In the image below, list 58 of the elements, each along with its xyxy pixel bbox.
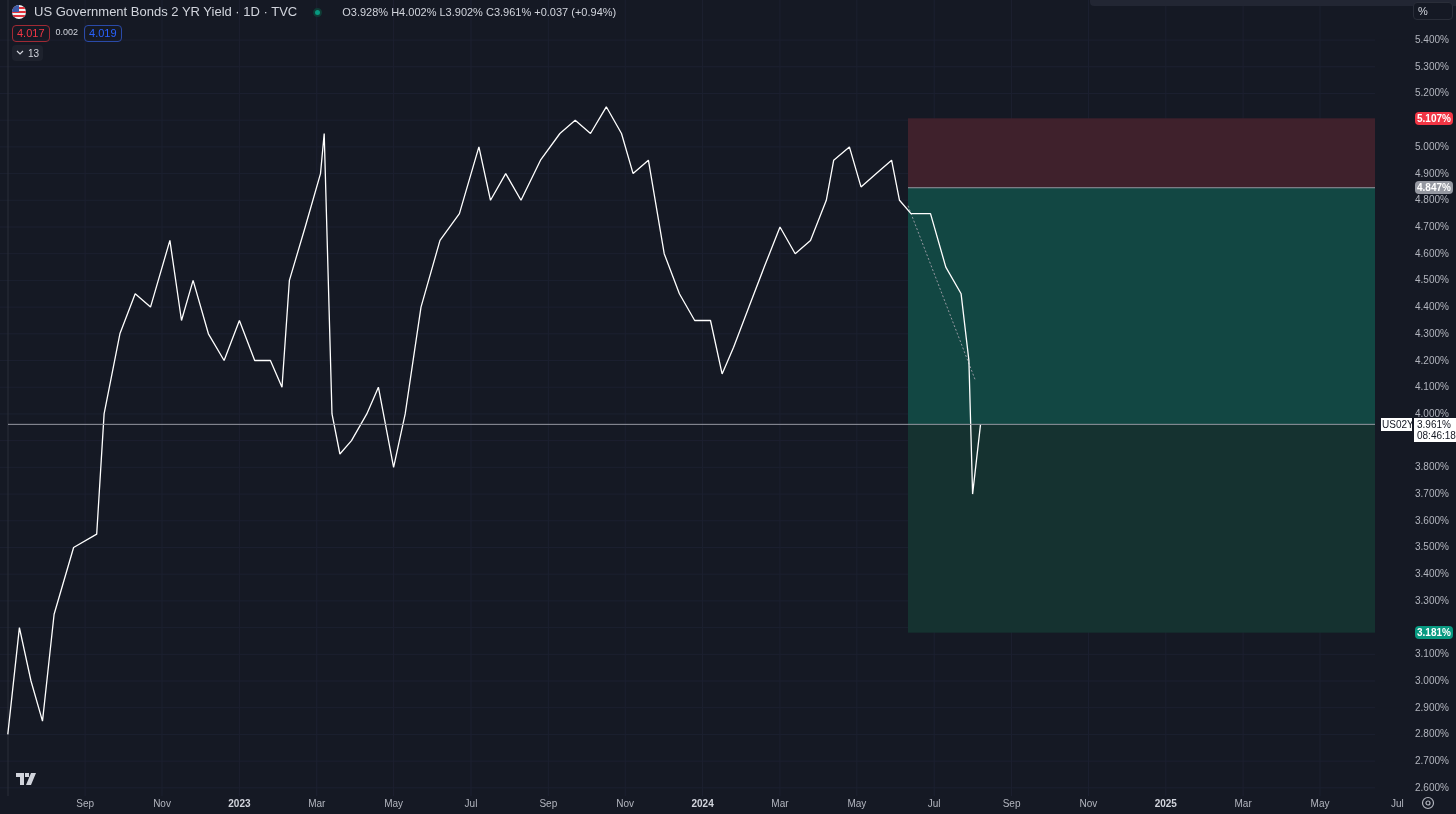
axis-label: 5.300% <box>1415 60 1449 73</box>
axis-label: 5.000% <box>1415 140 1449 153</box>
axis-label: 2.600% <box>1415 781 1449 794</box>
flag-icon <box>12 5 26 19</box>
ohlc-values: O3.928% H4.002% L3.902% C3.961% +0.037 (+0.94%) <box>342 4 617 20</box>
settings-icon[interactable] <box>1421 796 1435 810</box>
axis-label: Nov <box>153 798 171 810</box>
axis-label: Nov <box>1079 798 1098 810</box>
axis-label: 2.900% <box>1415 701 1449 714</box>
buy-price-button[interactable]: 4.019 <box>84 24 122 42</box>
axis-label: 4.500% <box>1415 274 1449 287</box>
axis-label: 4.700% <box>1415 221 1449 233</box>
axis-label: 4.900% <box>1415 167 1449 180</box>
axis-label: 3.000% <box>1415 675 1449 687</box>
symbol-title[interactable]: US Government Bonds 2 YR Yield · 1D · TVC <box>34 2 298 22</box>
axis-label: 3.800% <box>1415 461 1449 474</box>
entry-price-label: 4.847% <box>1415 181 1453 195</box>
axis-label: May <box>847 798 867 810</box>
spread-value: 0.002 <box>55 26 79 40</box>
axis-label: 3.400% <box>1415 568 1449 581</box>
sell-price-button[interactable]: 4.017 <box>12 24 50 42</box>
axis-label: Jul <box>1391 798 1404 810</box>
axis-label: Sep <box>76 798 95 810</box>
axis-label: 4.000% <box>1415 407 1449 420</box>
logo-icon[interactable] <box>16 773 38 785</box>
axis-label: May <box>1310 798 1330 810</box>
axis-label: Mar <box>308 798 326 810</box>
axis-label: 4.200% <box>1415 354 1449 367</box>
axis-label: 3.500% <box>1415 541 1449 554</box>
axis-label: 3.700% <box>1415 488 1449 501</box>
axis-label: Jul <box>927 798 941 810</box>
axis-label: 2024 <box>691 798 714 810</box>
axis-label: Jul <box>464 798 478 810</box>
axis-label: 3.100% <box>1415 648 1449 661</box>
axis-label: Sep <box>1002 798 1021 810</box>
axis-label: Mar <box>1234 798 1252 810</box>
axis-label: 5.200% <box>1415 87 1449 100</box>
axis-label: Nov <box>616 798 635 810</box>
scale-mode-button[interactable]: % <box>1413 2 1453 20</box>
indicators-toggle-button[interactable]: 13 <box>12 45 44 61</box>
target-price-label: 3.181% <box>1415 626 1453 640</box>
axis-label: 4.800% <box>1415 194 1449 207</box>
axis-label: Sep <box>539 798 558 810</box>
axis-label: 4.400% <box>1415 301 1449 314</box>
axis-label: Mar <box>771 798 789 810</box>
axis-label: 2023 <box>228 798 251 810</box>
axis-label: 4.100% <box>1415 381 1449 394</box>
axis-label: May <box>384 798 404 810</box>
last-price: 3.961% <box>1417 419 1452 431</box>
axis-label: 2.700% <box>1415 755 1449 768</box>
axis-label: 3.600% <box>1415 514 1449 527</box>
stop-price-label: 5.107% <box>1415 111 1453 125</box>
axis-label: 2.800% <box>1415 728 1449 741</box>
axis-label: 4.300% <box>1415 327 1449 340</box>
axis-label: 2025 <box>1154 798 1177 810</box>
axis-label: 5.400% <box>1415 34 1449 47</box>
axis-label: 4.600% <box>1415 247 1449 260</box>
axis-label: 3.300% <box>1415 594 1449 607</box>
